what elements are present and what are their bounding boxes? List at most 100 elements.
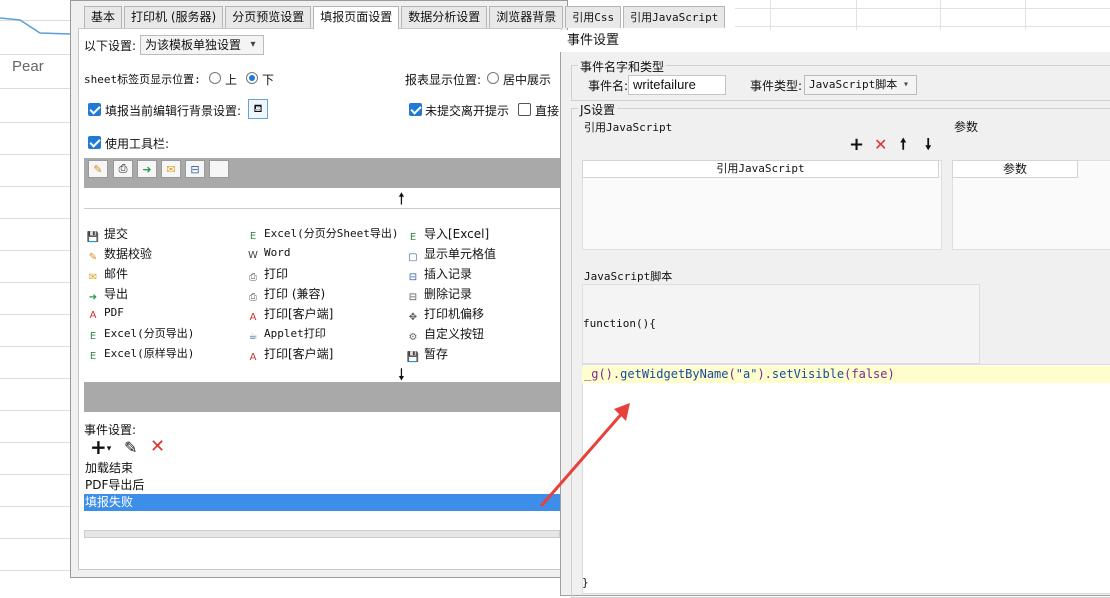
button-option-icon: ⎙: [249, 272, 257, 283]
toolbar-button-option[interactable]: ➜ 导出: [86, 285, 128, 305]
use-toolbar-label: 使用工具栏:: [105, 137, 170, 151]
edit-event-icon[interactable]: ✎: [124, 438, 137, 457]
toolbar-button-option[interactable]: ▢ 显示单元格值: [406, 245, 496, 265]
use-toolbar-checkbox[interactable]: [88, 136, 101, 149]
event-type-select[interactable]: JavaScript脚本 ▾: [804, 75, 917, 95]
button-option-label: Word: [264, 246, 291, 259]
toolbar-button-option[interactable]: ✎ 数据校验: [86, 245, 152, 265]
script-editor[interactable]: [582, 364, 1110, 594]
event-list-item[interactable]: 填报失败: [84, 494, 560, 511]
button-option-icon: E: [89, 351, 97, 362]
button-option-icon: ☕: [248, 331, 258, 342]
toolbar-button-option[interactable]: 💾 提交: [86, 225, 128, 245]
printer-icon: ⎙: [113, 160, 133, 178]
params-label: 参数: [954, 120, 979, 134]
button-option-icon: 💾: [406, 352, 420, 363]
toolbar-button-option[interactable]: 💾 暂存: [406, 345, 448, 365]
move-up-arrow-icon[interactable]: 🠕: [398, 188, 405, 215]
move-up-icon[interactable]: 🠕: [900, 134, 906, 159]
button-option-label: PDF: [104, 306, 124, 319]
button-option-icon: E: [409, 232, 417, 243]
add-ref-icon[interactable]: +: [849, 134, 864, 155]
toolbar-button-option[interactable]: A 打印[客户端]: [246, 345, 334, 365]
button-option-label: Applet打印: [264, 327, 326, 340]
toolbar-button-option[interactable]: ⎙ 打印 (兼容): [246, 285, 325, 305]
report-center-radio[interactable]: [487, 72, 499, 84]
toolbar-button-option[interactable]: ☕ Applet打印: [246, 325, 326, 344]
sheet-tab-bottom-radio[interactable]: [246, 72, 258, 84]
paint-bucket-icon[interactable]: ⛾: [248, 99, 268, 119]
report-position-label: 报表显示位置:: [405, 73, 482, 87]
toolbar-button-option[interactable]: ✥ 打印机偏移: [406, 305, 484, 325]
tab-3[interactable]: 填报页面设置: [313, 6, 400, 29]
event-name-input[interactable]: writefailure: [628, 75, 726, 95]
toolbar-button-option[interactable]: A PDF: [86, 305, 124, 323]
event-list-item[interactable]: 加载结束: [84, 460, 560, 477]
button-option-label: 邮件: [104, 267, 129, 281]
toolbar-button-option[interactable]: E 导入[Excel]: [406, 225, 489, 245]
sheet-tab-position-label: sheet标签页显示位置:: [84, 73, 201, 86]
button-option-label: Excel(原样导出): [104, 347, 195, 360]
button-option-label: 打印[客户端]: [264, 307, 334, 321]
tab-7[interactable]: 引用JavaScript: [623, 6, 726, 28]
tab-4[interactable]: 数据分析设置: [401, 6, 488, 28]
function-open: function(){: [583, 317, 656, 330]
move-down-icon[interactable]: 🠗: [925, 134, 931, 159]
name-type-group-label: 事件名字和类型: [578, 58, 667, 75]
button-option-label: 打印[客户端]: [264, 347, 334, 361]
insert-row-icon: ⊟: [185, 160, 205, 178]
button-option-icon: A: [249, 312, 257, 323]
toolbar-button-option[interactable]: E Excel(原样导出): [86, 345, 195, 364]
highlight-row-checkbox[interactable]: [88, 103, 101, 116]
tab-6[interactable]: 引用Css: [565, 6, 622, 28]
toolbar-preview-bottom: [84, 382, 560, 412]
toolbar-button-option[interactable]: ⚙ 自定义按钮: [406, 325, 485, 345]
horizontal-scrollbar[interactable]: [84, 530, 560, 538]
button-option-icon: ✥: [408, 312, 418, 323]
button-option-icon: ⊟: [408, 272, 418, 283]
chevron-down-icon: ▾: [250, 39, 256, 50]
unsubmitted-prompt-checkbox[interactable]: [409, 103, 422, 116]
delete-ref-icon[interactable]: ✕: [874, 135, 887, 154]
toolbar-button-option[interactable]: W Word: [246, 245, 291, 263]
toolbar-button-option[interactable]: E Excel(分页分Sheet导出): [246, 225, 399, 244]
toolbar-button-option[interactable]: A 打印[客户端]: [246, 305, 334, 325]
js-settings-group-label: JS设置: [578, 101, 618, 118]
params-header: 参数: [952, 160, 1078, 178]
button-option-label: 提交: [104, 227, 129, 241]
scope-select[interactable]: 为该模板单独设置 ▾: [140, 35, 264, 55]
button-option-icon: ⊟: [408, 292, 418, 303]
tab-5[interactable]: 浏览器背景: [489, 6, 564, 28]
sheet-tab-top-radio[interactable]: [209, 72, 221, 84]
button-option-label: Excel(分页分Sheet导出): [264, 227, 399, 240]
event-list-item[interactable]: PDF导出后: [84, 477, 560, 494]
button-option-icon: ⎙: [249, 292, 257, 303]
chart-category-label: Pear: [12, 58, 44, 75]
button-option-label: Excel(分页导出): [104, 327, 195, 340]
tab-0[interactable]: 基本: [84, 6, 123, 28]
toolbar-button-option[interactable]: ✉ 邮件: [86, 265, 128, 285]
button-option-icon: ✉: [88, 272, 98, 283]
button-option-icon: ⚙: [408, 332, 418, 343]
button-option-label: 插入记录: [424, 267, 473, 281]
tab-1[interactable]: 打印机 (服务器): [124, 6, 224, 28]
button-option-label: 显示单元格值: [424, 247, 497, 261]
toolbar-button-option[interactable]: ⎙ 打印: [246, 265, 288, 285]
button-option-label: 导出: [104, 287, 129, 301]
mail-icon: ✉: [161, 160, 181, 178]
ref-js-header: 引用JavaScript: [582, 160, 939, 178]
highlight-row-label: 填报当前编辑行背景设置:: [105, 104, 242, 118]
event-list: 加载结束 PDF导出后 填报失败: [84, 460, 560, 532]
delete-event-icon[interactable]: ✕: [150, 436, 165, 457]
button-option-label: 暂存: [424, 347, 449, 361]
code-line[interactable]: _g().getWidgetByName("a").setVisible(fal…: [582, 366, 1110, 383]
button-option-icon: E: [249, 231, 257, 242]
event-name-label: 事件名:: [588, 79, 629, 93]
toolbar-button-option[interactable]: ⊟ 插入记录: [406, 265, 472, 285]
tab-2[interactable]: 分页预览设置: [225, 6, 312, 28]
add-event-icon[interactable]: +▾: [90, 437, 111, 459]
toolbar-button-option[interactable]: E Excel(分页导出): [86, 325, 195, 344]
button-option-label: 打印机偏移: [424, 307, 485, 321]
toolbar-button-option[interactable]: ⊟ 删除记录: [406, 285, 472, 305]
direct-checkbox[interactable]: [518, 103, 531, 116]
